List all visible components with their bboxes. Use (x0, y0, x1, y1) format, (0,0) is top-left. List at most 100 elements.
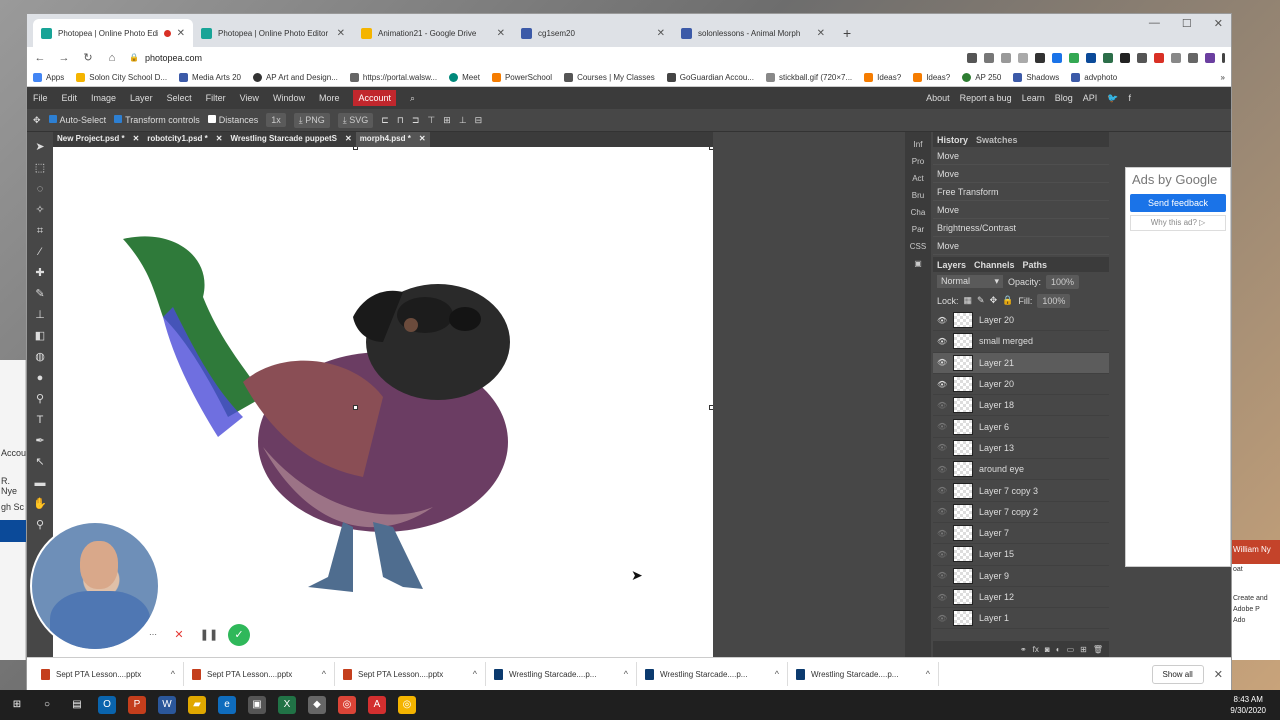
visibility-eye-icon[interactable]: 👁 (937, 358, 947, 367)
maximize-button[interactable]: ☐ (1182, 17, 1192, 30)
layer-row[interactable]: 👁 Layer 9 (933, 566, 1109, 587)
bookmark-item[interactable]: advphoto (1071, 72, 1117, 82)
auto-select-checkbox[interactable]: Auto-Select (48, 115, 106, 125)
layer-row[interactable]: 👁 Layer 12 (933, 587, 1109, 609)
layer-row[interactable]: 👁 Layer 18 (933, 395, 1109, 417)
layer-row[interactable]: 👁 Layer 15 (933, 544, 1109, 566)
shortcut-properties[interactable]: Pro (912, 157, 924, 166)
mask-icon[interactable]: ◙ (1045, 645, 1050, 654)
link-about[interactable]: About (926, 93, 950, 104)
forward-arrow-icon[interactable]: → (57, 52, 71, 64)
distribute-v-icon[interactable]: ⊟ (475, 115, 483, 126)
pen-tool-icon[interactable]: ✒ (32, 433, 48, 449)
visibility-eye-icon[interactable]: 👁 (937, 401, 947, 410)
word-icon[interactable]: W (158, 696, 176, 714)
adjustment-icon[interactable]: ◐ (1056, 645, 1061, 654)
close-tab-icon[interactable]: ✕ (657, 28, 665, 39)
move-tool-icon[interactable]: ➤ (32, 139, 48, 155)
bookmark-item[interactable]: stickball.gif (720×7... (766, 72, 852, 82)
bookmark-item[interactable]: GoGuardian Accou... (666, 72, 754, 82)
bucket-tool-icon[interactable]: ◍ (32, 349, 48, 365)
layer-row[interactable]: 👁 Layer 7 copy 2 (933, 502, 1109, 523)
reload-icon[interactable]: ↻ (81, 51, 95, 64)
shortcut-actions[interactable]: Act (912, 174, 924, 183)
transform-handle[interactable] (709, 147, 713, 150)
export-svg-button[interactable]: ⤓ SVG (337, 112, 374, 128)
crop-tool-icon[interactable]: ⌗ (32, 223, 48, 239)
extension-b-icon[interactable] (1052, 52, 1062, 63)
history-item[interactable]: Move (933, 237, 1109, 255)
doc-tab-new-project[interactable]: New Project.psd * ✕ (53, 132, 143, 147)
visibility-eye-icon[interactable]: 👁 (937, 337, 947, 346)
search-icon[interactable]: ○ (38, 696, 56, 714)
fill-input[interactable]: 100% (1037, 293, 1071, 308)
download-item[interactable]: Wrestling Starcade....p... ^ (788, 662, 939, 686)
zoom-tool-icon[interactable]: ⚲ (32, 517, 48, 533)
image-icon[interactable]: ▣ (914, 259, 922, 268)
close-window-button[interactable]: ✕ (1214, 17, 1223, 30)
layer-row[interactable]: 👁 Layer 13 (933, 438, 1109, 460)
extension-i-icon[interactable] (1171, 52, 1181, 63)
marquee-tool-icon[interactable]: ⬚ (32, 160, 48, 176)
menu-view[interactable]: View (240, 93, 259, 103)
close-tab-icon[interactable]: ✕ (817, 28, 825, 39)
cancel-recording-icon[interactable]: ✕ (168, 624, 190, 646)
edge-icon[interactable]: e (218, 696, 236, 714)
transform-handle[interactable] (353, 147, 358, 150)
camera-icon[interactable] (967, 52, 977, 63)
download-item[interactable]: Sept PTA Lesson....pptx ^ (184, 662, 335, 686)
lock-pixels-icon[interactable]: ✎ (977, 295, 985, 306)
download-item[interactable]: Wrestling Starcade....p... ^ (637, 662, 788, 686)
layer-row[interactable]: 👁 small merged (933, 331, 1109, 353)
layer-row[interactable]: 👁 Layer 7 copy 3 (933, 480, 1109, 502)
shortcut-brush[interactable]: Bru (912, 191, 924, 200)
magic-wand-icon[interactable]: ✧ (32, 202, 48, 218)
dodge-tool-icon[interactable]: ⚲ (32, 391, 48, 407)
transform-handle[interactable] (709, 405, 713, 410)
visibility-eye-icon[interactable]: 👁 (937, 486, 947, 495)
bookmark-item[interactable]: Media Arts 20 (179, 72, 241, 82)
tab-swatches[interactable]: Swatches (976, 135, 1018, 145)
menu-select[interactable]: Select (167, 93, 192, 103)
windows-start-icon[interactable]: ⊞ (8, 696, 26, 714)
bookmark-item[interactable]: AP 250 (962, 72, 1001, 82)
type-tool-icon[interactable]: T (32, 412, 48, 428)
layer-row[interactable]: 👁 Layer 20 (933, 374, 1109, 396)
layer-row[interactable]: 👁 around eye (933, 459, 1109, 481)
back-arrow-icon[interactable]: ← (33, 52, 47, 64)
history-item[interactable]: Move (933, 147, 1109, 165)
link-layers-icon[interactable]: ⚭ (1020, 645, 1027, 654)
menu-window[interactable]: Window (273, 93, 305, 103)
bookmark-item[interactable]: Solon City School D... (76, 72, 167, 82)
chrome-active-icon[interactable]: ◎ (398, 696, 416, 714)
store-icon[interactable]: ▣ (248, 696, 266, 714)
system-clock[interactable]: 8:43 AM 9/30/2020 (1230, 694, 1266, 716)
visibility-eye-icon[interactable]: 👁 (937, 465, 947, 474)
facebook-icon[interactable]: f (1128, 93, 1131, 104)
pause-icon[interactable]: ❚❚ (198, 624, 220, 646)
distances-checkbox[interactable]: Distances (207, 115, 258, 125)
eraser-tool-icon[interactable]: ◧ (32, 328, 48, 344)
browser-tab-2[interactable]: Photopea | Online Photo Editor ✕ (193, 19, 353, 47)
chrome-icon[interactable]: ◎ (338, 696, 356, 714)
excel-icon[interactable]: X (278, 696, 296, 714)
doc-tab-wrestling[interactable]: Wrestling Starcade puppetS ✕ (226, 132, 355, 147)
extension-g-icon[interactable] (1137, 52, 1147, 63)
layer-row[interactable]: 👁 Layer 6 (933, 416, 1109, 438)
link-report-bug[interactable]: Report a bug (960, 93, 1012, 104)
tab-history[interactable]: History (937, 135, 968, 145)
lock-position-icon[interactable]: ✥ (990, 295, 998, 306)
transform-controls-checkbox[interactable]: Transform controls (114, 115, 200, 125)
opacity-input[interactable]: 100% (1046, 274, 1080, 289)
menu-layer[interactable]: Layer (130, 93, 153, 103)
extension-e-icon[interactable] (1103, 52, 1113, 63)
blur-tool-icon[interactable]: ● (32, 370, 48, 386)
twitter-icon[interactable]: 🐦 (1107, 93, 1118, 104)
history-item[interactable]: Free Transform (933, 183, 1109, 201)
layer-row[interactable]: 👁 Layer 20 (933, 310, 1109, 332)
close-tab-icon[interactable]: ✕ (177, 28, 185, 39)
visibility-eye-icon[interactable]: 👁 (937, 550, 947, 559)
extension-f-icon[interactable] (1120, 52, 1130, 63)
menu-dots-icon[interactable] (1222, 52, 1225, 63)
visibility-eye-icon[interactable]: 👁 (937, 571, 947, 580)
